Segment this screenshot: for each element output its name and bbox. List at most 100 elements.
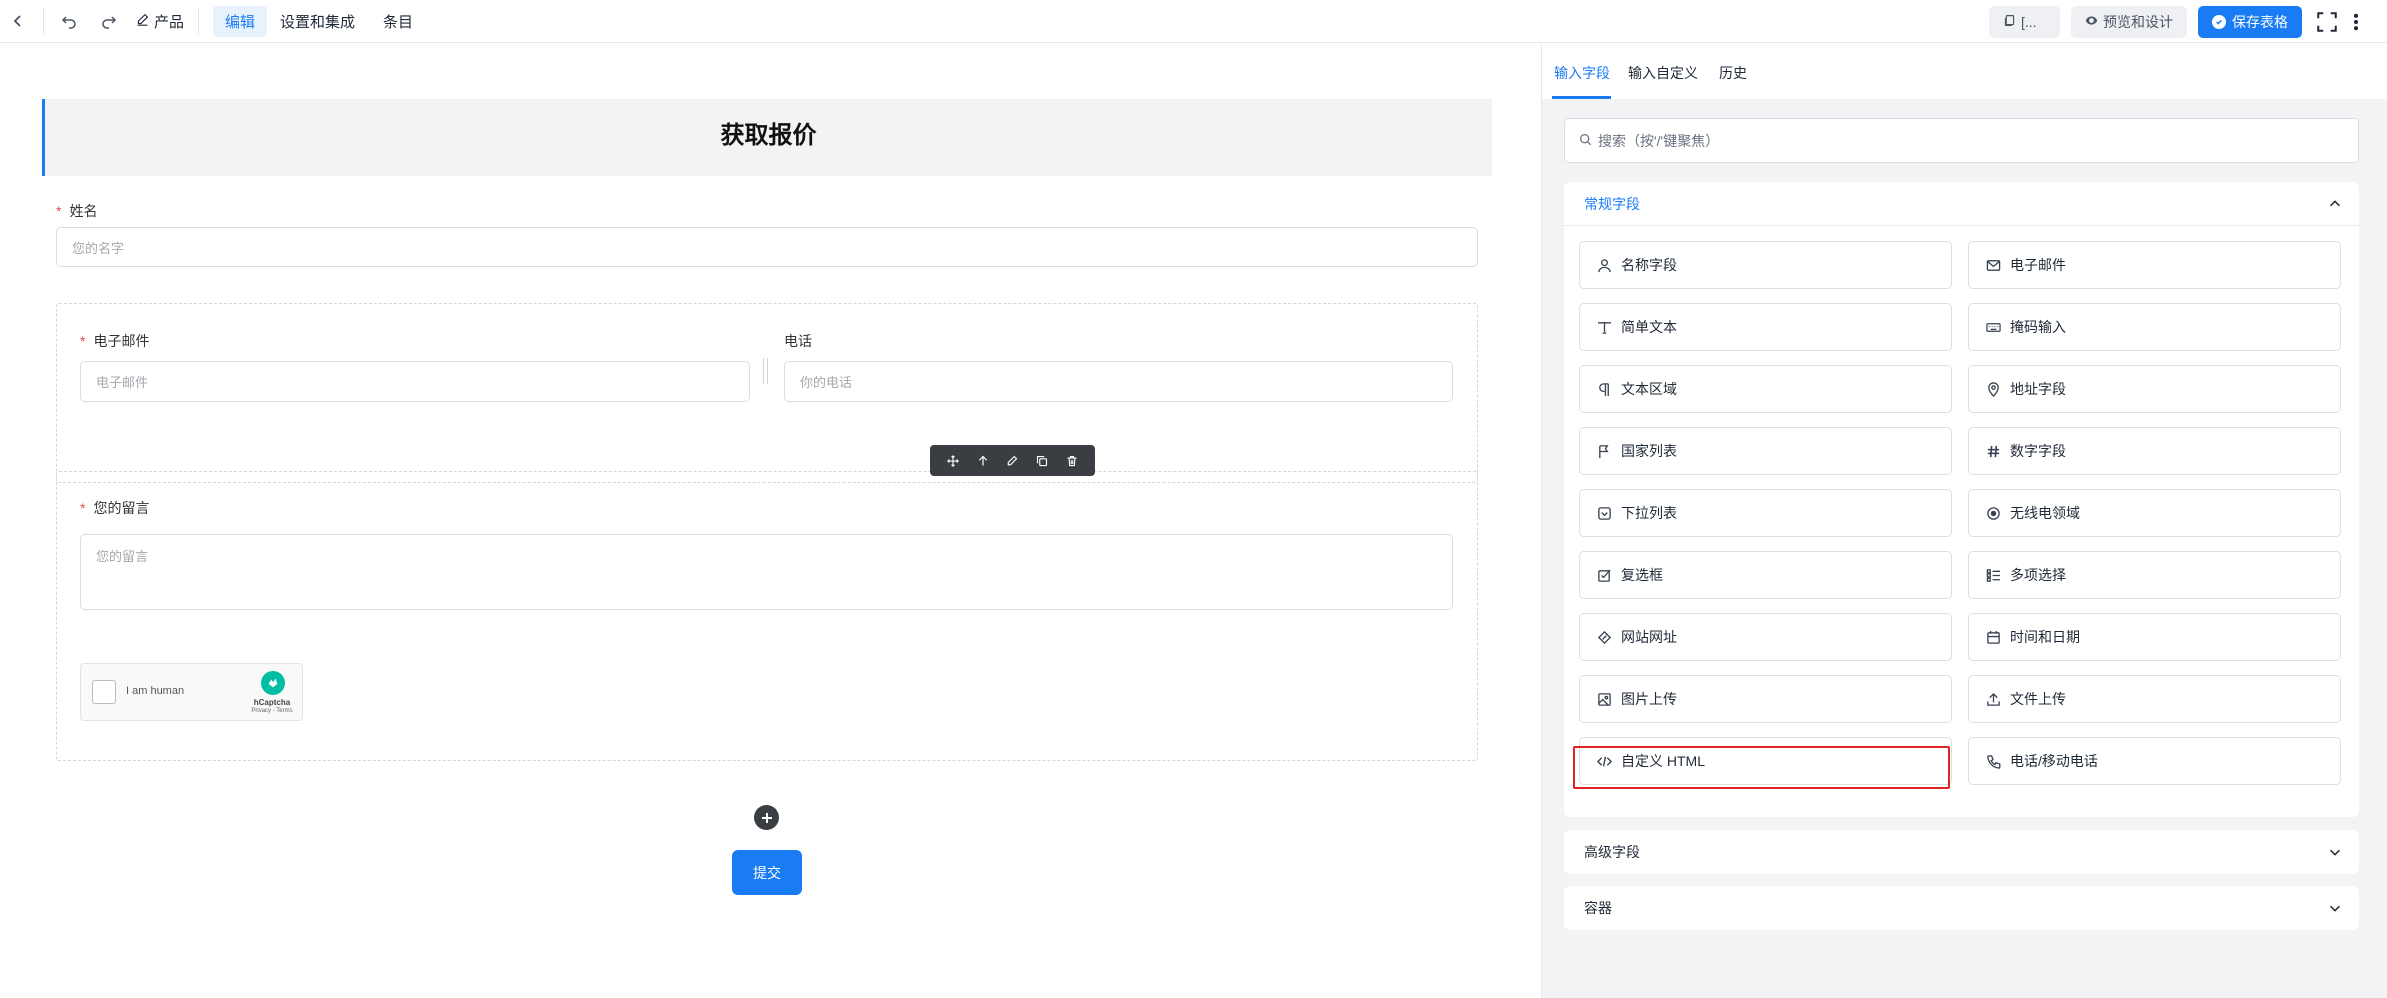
field-item-file-upload[interactable]: 文件上传: [1968, 675, 2341, 723]
email-input[interactable]: 电子邮件: [80, 361, 750, 402]
phone-input[interactable]: 你的电话: [784, 361, 1453, 402]
message-textarea[interactable]: 您的留言: [80, 534, 1453, 610]
fields-panel: 输入字段 输入自定义 历史 搜索（按'/'键聚焦） 常规字段 名称字段 电子邮件…: [1541, 44, 2387, 998]
calendar-icon: [1985, 629, 2001, 645]
name-input[interactable]: 您的名字: [56, 227, 1478, 267]
upload-icon: [1985, 691, 2001, 707]
duplicate-icon[interactable]: [1031, 450, 1053, 472]
field-item-label: 网站网址: [1621, 629, 1677, 645]
trash-icon[interactable]: [1061, 450, 1083, 472]
add-field-button[interactable]: [754, 805, 779, 830]
field-search-input[interactable]: 搜索（按'/'键聚焦）: [1564, 118, 2359, 163]
group-advanced-header[interactable]: 高级字段: [1564, 830, 2359, 874]
form-canvas: 获取报价 * 姓名 您的名字 * 电子邮件 电子邮件 电话 你的电话 * 您的留言 您…: [0, 44, 1541, 998]
tab-settings-integrations[interactable]: 设置和集成: [268, 6, 367, 37]
field-item-label: 自定义 HTML: [1621, 753, 1705, 769]
hcaptcha-widget[interactable]: I am human hCaptcha Privacy - Terms: [80, 663, 303, 721]
required-mark: *: [80, 333, 86, 349]
phone-label-text: 电话: [784, 333, 812, 349]
chevron-up-icon: [2327, 196, 2343, 212]
field-item-label: 文本区域: [1621, 381, 1677, 397]
field-item-multiple-choice[interactable]: 多项选择: [1968, 551, 2341, 599]
field-item-checkbox[interactable]: 复选框: [1579, 551, 1952, 599]
chevron-down-icon: [2327, 844, 2343, 860]
captcha-brand: hCaptcha: [253, 698, 291, 707]
arrow-up-icon[interactable]: [972, 450, 994, 472]
captcha-checkbox[interactable]: [92, 680, 116, 704]
product-button[interactable]: 产品: [136, 11, 184, 32]
field-item-label: 下拉列表: [1621, 505, 1677, 521]
field-item-label: 地址字段: [2010, 381, 2066, 397]
field-item-name[interactable]: 名称字段: [1579, 241, 1952, 289]
field-item-phone[interactable]: 电话/移动电话: [1968, 737, 2341, 785]
field-item-label: 电子邮件: [2010, 257, 2066, 273]
group-general-label: 常规字段: [1584, 195, 1640, 212]
column-resize-handle[interactable]: [763, 358, 768, 384]
hcaptcha-logo-icon: [261, 671, 285, 695]
field-item-custom-html[interactable]: 自定义 HTML: [1579, 737, 1952, 785]
group-general-header[interactable]: 常规字段: [1564, 182, 2359, 226]
field-item-label: 国家列表: [1621, 443, 1677, 459]
tab-history[interactable]: 历史: [1719, 63, 1747, 83]
field-item-number[interactable]: 数字字段: [1968, 427, 2341, 475]
divider: [43, 8, 44, 34]
redo-icon[interactable]: [98, 10, 120, 32]
field-item-label: 无线电领域: [2010, 505, 2080, 521]
pencil-icon: [136, 13, 149, 30]
phone-field-label: 电话: [784, 331, 812, 351]
more-vertical-icon[interactable]: [2345, 11, 2367, 33]
tab-entries[interactable]: 条目: [371, 6, 425, 37]
field-item-dropdown[interactable]: 下拉列表: [1579, 489, 1952, 537]
paragraph-icon: [1596, 381, 1612, 397]
tab-input-fields[interactable]: 输入字段: [1554, 63, 1610, 83]
save-form-button[interactable]: 保存表格: [2198, 5, 2302, 38]
field-item-simple-text[interactable]: 简单文本: [1579, 303, 1952, 351]
field-item-country-list[interactable]: 国家列表: [1579, 427, 1952, 475]
check-circle-icon: [2212, 14, 2226, 29]
move-icon[interactable]: [942, 450, 964, 472]
document-button[interactable]: [...: [1989, 5, 2060, 38]
field-item-address[interactable]: 地址字段: [1968, 365, 2341, 413]
field-item-label: 文件上传: [2010, 691, 2066, 707]
field-item-radio[interactable]: 无线电领域: [1968, 489, 2341, 537]
field-item-text-area[interactable]: 文本区域: [1579, 365, 1952, 413]
captcha-text: I am human: [126, 685, 185, 697]
submit-button[interactable]: 提交: [732, 850, 802, 895]
keyboard-icon: [1985, 319, 2001, 335]
name-field-label: * 姓名: [56, 201, 97, 221]
required-mark: *: [80, 500, 86, 516]
tab-edit[interactable]: 编辑: [213, 5, 268, 37]
preview-design-button[interactable]: 预览和设计: [2071, 5, 2187, 38]
field-item-website-url[interactable]: 网站网址: [1579, 613, 1952, 661]
edit-icon[interactable]: [1001, 450, 1023, 472]
phone-icon: [1985, 753, 2001, 769]
fullscreen-icon[interactable]: [2313, 8, 2341, 36]
field-item-image-upload[interactable]: 图片上传: [1579, 675, 1952, 723]
group-container-header[interactable]: 容器: [1564, 886, 2359, 930]
email-label-text: 电子邮件: [93, 333, 150, 349]
phone-placeholder: 你的电话: [800, 375, 853, 390]
undo-icon[interactable]: [58, 10, 80, 32]
active-tab-underline: [1552, 96, 1611, 99]
panel-tabs: 输入字段 输入自定义 历史: [1542, 44, 2387, 99]
user-icon: [1596, 257, 1612, 273]
back-icon[interactable]: [7, 10, 29, 32]
field-item-email[interactable]: 电子邮件: [1968, 241, 2341, 289]
field-item-label: 时间和日期: [2010, 629, 2080, 645]
link-icon: [1596, 629, 1612, 645]
radio-icon: [1985, 505, 2001, 521]
eye-icon: [2085, 14, 2098, 30]
field-item-label: 掩码输入: [2010, 319, 2066, 335]
form-header[interactable]: 获取报价: [42, 99, 1492, 176]
message-label-text: 您的留言: [93, 500, 150, 516]
text-icon: [1596, 319, 1612, 335]
document-button-label: [...: [2021, 13, 2037, 30]
message-field-label: * 您的留言: [80, 498, 149, 518]
form-title: 获取报价: [720, 122, 817, 149]
field-item-masked-input[interactable]: 掩码输入: [1968, 303, 2341, 351]
captcha-links: Privacy - Terms: [251, 708, 293, 714]
document-icon: [2003, 14, 2016, 30]
tab-input-custom[interactable]: 输入自定义: [1628, 63, 1698, 83]
dropdown-icon: [1596, 505, 1612, 521]
field-item-date-time[interactable]: 时间和日期: [1968, 613, 2341, 661]
